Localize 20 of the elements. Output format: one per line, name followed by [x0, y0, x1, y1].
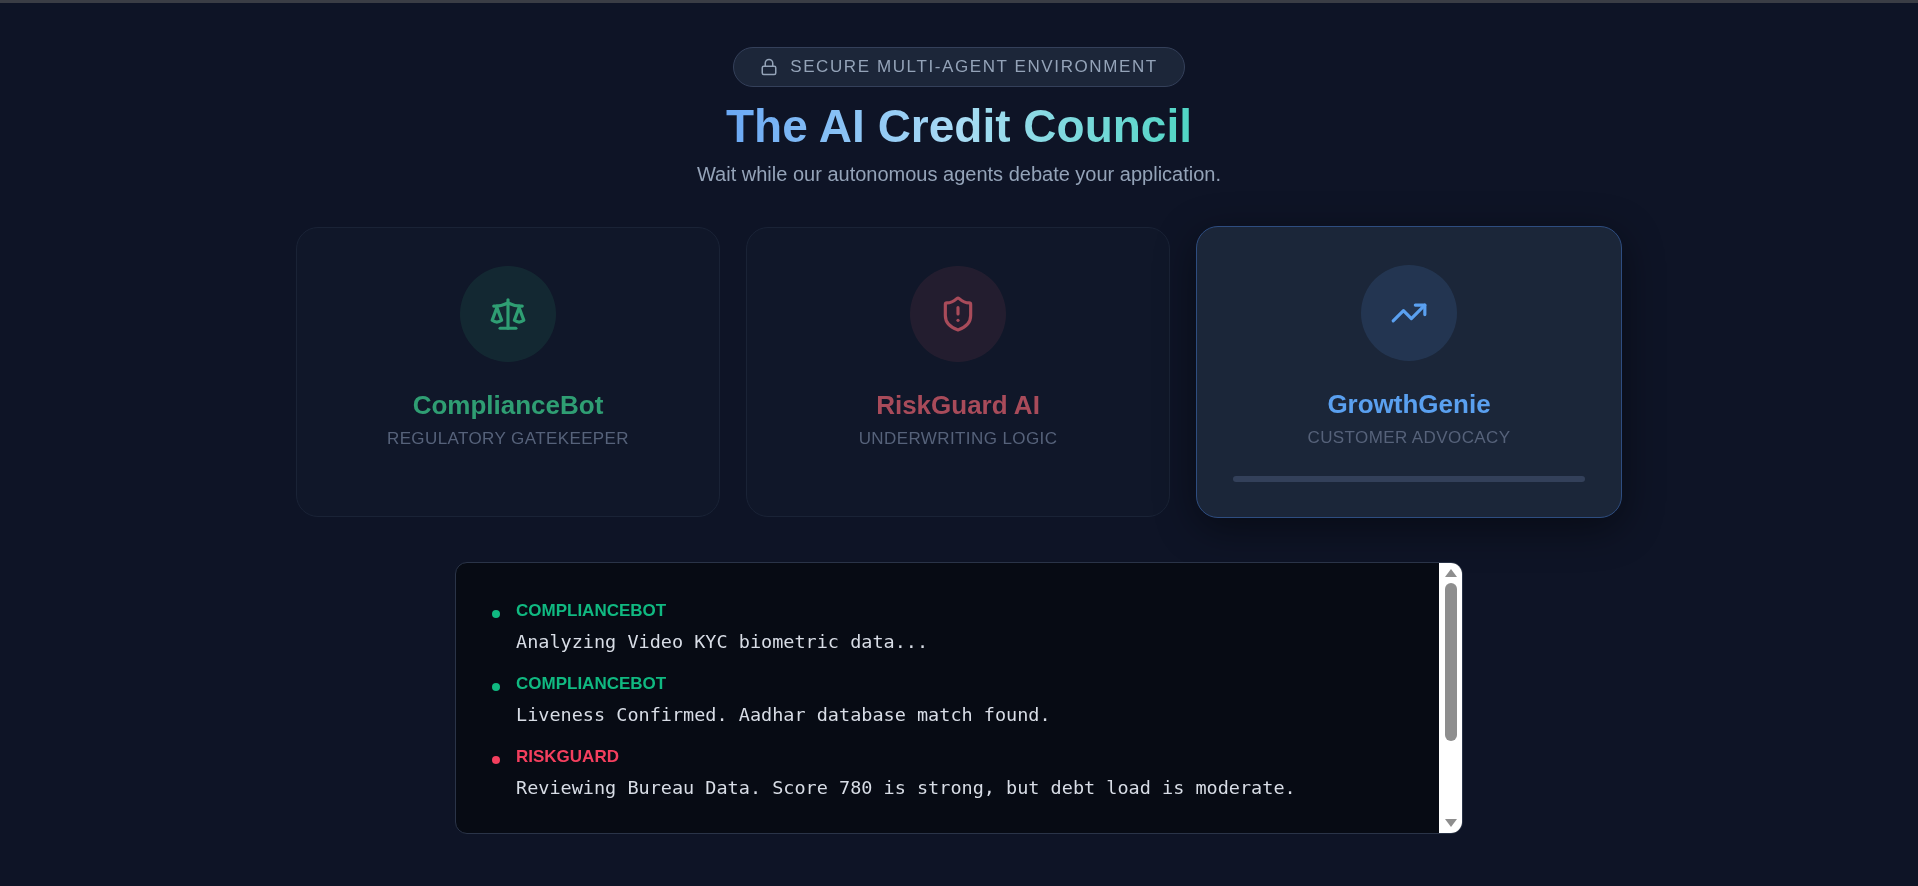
log-message: Reviewing Bureau Data. Score 780 is strong, but debt load is moderate. [516, 777, 1297, 798]
log-message: Analyzing Video KYC biometric data... [516, 631, 930, 652]
agent-name: RiskGuard AI [876, 390, 1040, 421]
lock-icon [760, 58, 779, 76]
scroll-up-icon[interactable] [1443, 567, 1458, 579]
scroll-down-icon[interactable] [1443, 817, 1458, 829]
scale-icon [489, 295, 527, 333]
agent-label: COMPLIANCEBOT [516, 601, 668, 621]
page-subtitle: Wait while our autonomous agents debate your application. [697, 163, 1221, 186]
agent-role: CUSTOMER ADVOCACY [1307, 428, 1511, 448]
agent-role: REGULATORY GATEKEEPER [386, 429, 630, 449]
agent-label: COMPLIANCEBOT [516, 674, 668, 694]
agent-name: GrowthGenie [1327, 389, 1491, 420]
scroll-thumb[interactable] [1444, 583, 1457, 741]
log-message: Liveness Confirmed. Aadhar database match found. [516, 704, 1052, 725]
agent-name: ComplianceBot [412, 390, 604, 421]
agent-role: UNDERWRITING LOGIC [858, 429, 1058, 449]
badge-label: SECURE MULTI-AGENT ENVIRONMENT [790, 57, 1158, 77]
agent-label: RISKGUARD [516, 747, 620, 767]
scrollbar[interactable] [1439, 563, 1462, 833]
